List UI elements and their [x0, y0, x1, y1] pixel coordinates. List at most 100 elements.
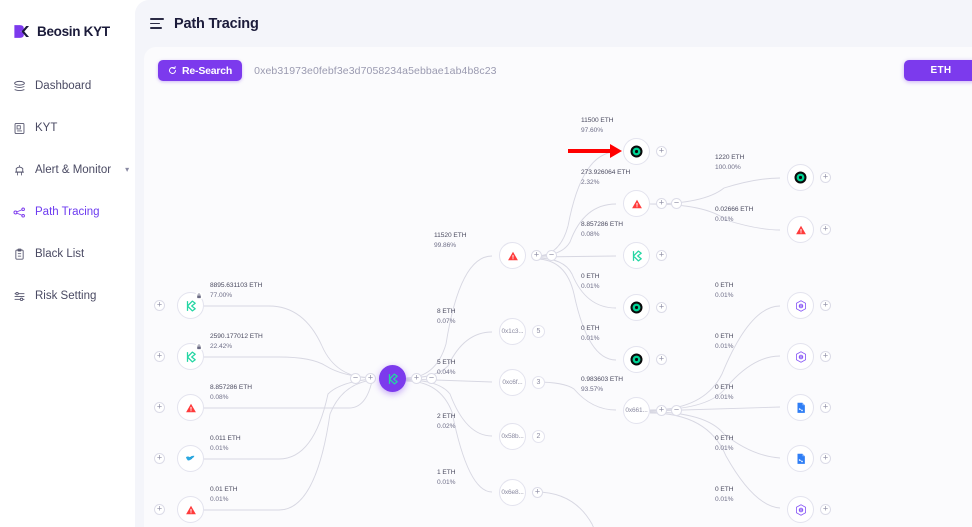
sidebar-item-alert-monitor[interactable]: Alert & Monitor ▾	[0, 154, 135, 186]
graph-node-level2[interactable]	[623, 346, 650, 373]
expand-control[interactable]: +	[820, 224, 831, 235]
graph-viewport[interactable]: + 8895.631103 ETH 77.00% +	[144, 94, 972, 527]
expand-control[interactable]: +	[154, 453, 165, 464]
edge-pct: 93.57%	[581, 385, 623, 395]
edge-amount: 0.02666 ETH	[715, 205, 753, 215]
expand-control[interactable]: +	[820, 172, 831, 183]
collapse-control-right[interactable]: −	[426, 373, 437, 384]
graph-node-level3[interactable]	[787, 292, 814, 319]
expand-control[interactable]: +	[656, 405, 667, 416]
risk-warning-icon	[506, 249, 520, 263]
expand-control[interactable]: +	[656, 302, 667, 313]
edge-label: 0 ETH 0.01%	[581, 272, 599, 291]
expand-control[interactable]: +	[820, 453, 831, 464]
graph-node-level3[interactable]	[787, 394, 814, 421]
graph-node-level1[interactable]: 0x1c3...	[499, 318, 526, 345]
graph-node-level2[interactable]	[623, 190, 650, 217]
expand-control[interactable]: +	[532, 487, 543, 498]
sidebar-item-risk-setting[interactable]: Risk Setting	[0, 280, 135, 312]
edge-label: 273.926064 ETH 2.32%	[581, 168, 630, 187]
sidebar-item-path-tracing[interactable]: Path Tracing	[0, 196, 135, 228]
sidebar-item-kyt[interactable]: KYT	[0, 112, 135, 144]
expand-control[interactable]: +	[531, 250, 542, 261]
node-address-label: 0x58b...	[501, 433, 523, 440]
expand-control[interactable]: +	[820, 402, 831, 413]
badge-value: 3	[537, 379, 541, 386]
graph-node-level2[interactable]	[623, 294, 650, 321]
edge-label: 0.01 ETH 0.01%	[210, 485, 237, 504]
expand-control[interactable]: +	[656, 354, 667, 365]
expand-control[interactable]: +	[656, 146, 667, 157]
edge-pct: 100.00%	[715, 163, 744, 173]
graph-canvas[interactable]: + 8895.631103 ETH 77.00% +	[144, 94, 948, 527]
edge-label: 2590.177012 ETH 22.42%	[210, 332, 263, 351]
edge-pct: 22.42%	[210, 342, 263, 352]
graph-node-input[interactable]	[177, 496, 204, 523]
edge-amount: 11500 ETH	[581, 116, 613, 126]
edge-amount: 0.01 ETH	[210, 485, 237, 495]
edge-amount: 0 ETH	[715, 332, 733, 342]
collapse-control[interactable]: −	[671, 405, 682, 416]
edge-pct: 0.01%	[715, 444, 733, 454]
edge-label: 11500 ETH 97.60%	[581, 116, 613, 135]
brand[interactable]: Beosin KYT	[0, 0, 135, 48]
graph-node-level1[interactable]: 0x6e8...	[499, 479, 526, 506]
expand-control[interactable]: +	[154, 504, 165, 515]
graph-node-input[interactable]	[177, 445, 204, 472]
expand-control[interactable]: +	[820, 351, 831, 362]
binance-icon	[793, 170, 808, 185]
collapse-control[interactable]: −	[546, 250, 557, 261]
graph-node-level1[interactable]: 0x58b...	[499, 423, 526, 450]
expand-control[interactable]: +	[656, 250, 667, 261]
token-icon	[794, 503, 808, 517]
graph-node-level3[interactable]	[787, 164, 814, 191]
graph-node-input[interactable]	[177, 394, 204, 421]
edge-pct: 0.01%	[715, 291, 733, 301]
graph-node-level1[interactable]: 0xc6f...	[499, 369, 526, 396]
kucoin-icon	[184, 350, 198, 364]
collapse-control[interactable]: −	[671, 198, 682, 209]
risk-warning-icon	[184, 503, 198, 517]
edge-label: 1220 ETH 100.00%	[715, 153, 744, 172]
main-content: Path Tracing Re-Search 0xeb31973e0febf3e…	[135, 0, 972, 527]
expand-control-left[interactable]: +	[365, 373, 376, 384]
graph-node-level1[interactable]	[499, 242, 526, 269]
graph-node-level3[interactable]	[787, 343, 814, 370]
expand-control[interactable]: +	[820, 504, 831, 515]
re-search-button[interactable]: Re-Search	[158, 60, 242, 81]
expand-control[interactable]: +	[154, 300, 165, 311]
edge-pct: 0.01%	[715, 393, 733, 403]
expand-control[interactable]: +	[656, 198, 667, 209]
graph-node-level3[interactable]	[787, 445, 814, 472]
expand-control[interactable]: +	[154, 351, 165, 362]
edge-pct: 99.86%	[434, 241, 466, 251]
edge-amount: 2590.177012 ETH	[210, 332, 263, 342]
dashboard-icon	[12, 79, 26, 93]
sidebar-item-dashboard[interactable]: Dashboard	[0, 70, 135, 102]
sidebar-item-label: KYT	[35, 122, 57, 134]
kucoin-icon	[386, 372, 400, 386]
expand-control[interactable]: +	[154, 402, 165, 413]
risk-warning-icon	[184, 401, 198, 415]
edge-pct: 0.01%	[715, 495, 733, 505]
edge-pct: 0.07%	[437, 317, 455, 327]
graph-node-level2[interactable]: 0x661...	[623, 397, 650, 424]
sidebar-item-black-list[interactable]: Black List	[0, 238, 135, 270]
edge-amount: 0 ETH	[715, 434, 733, 444]
expand-control[interactable]: +	[820, 300, 831, 311]
expand-control-right[interactable]: +	[411, 373, 422, 384]
kyt-icon	[12, 121, 26, 135]
highlight-arrow-icon	[566, 140, 624, 162]
edge-label: 2 ETH 0.02%	[437, 412, 455, 431]
chevron-down-icon[interactable]: ▾	[125, 166, 129, 174]
collapse-control-left[interactable]: −	[350, 373, 361, 384]
lock-icon	[195, 343, 203, 351]
graph-node-level2[interactable]	[623, 138, 650, 165]
edge-pct: 0.01%	[715, 215, 753, 225]
graph-node-level2[interactable]	[623, 242, 650, 269]
chain-selector-button[interactable]: ETH	[904, 60, 972, 81]
graph-node-root[interactable]	[379, 365, 406, 392]
graph-node-level3[interactable]	[787, 496, 814, 523]
hamburger-icon[interactable]	[150, 18, 164, 29]
graph-node-level3[interactable]	[787, 216, 814, 243]
